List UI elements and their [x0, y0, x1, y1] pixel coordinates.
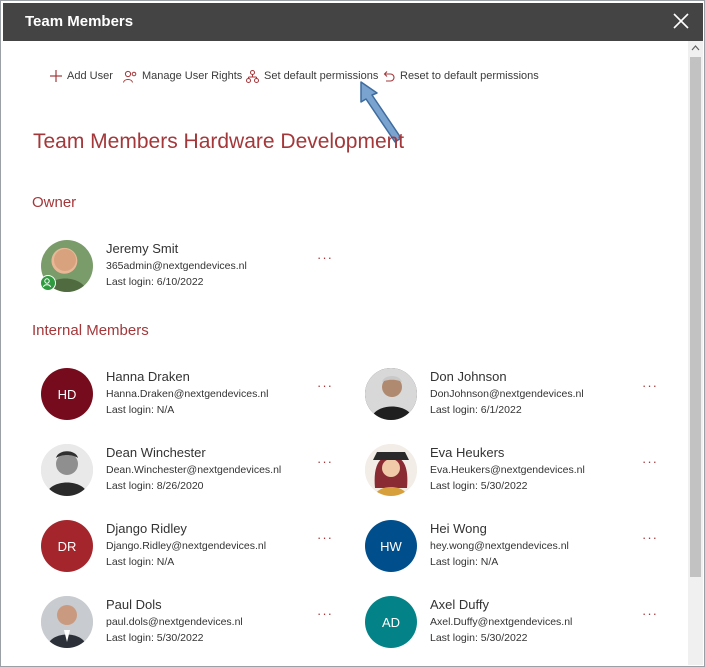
person-silhouette-icon — [41, 444, 93, 496]
avatar[interactable]: DR — [41, 520, 93, 572]
plus-icon — [50, 70, 62, 82]
avatar-initials: DR — [57, 538, 77, 554]
more-options-icon[interactable]: ··· — [317, 530, 333, 545]
owner-section-title: Owner — [32, 194, 77, 211]
member-name: Jeremy Smit — [106, 241, 179, 256]
close-icon[interactable] — [671, 11, 691, 31]
add-user-button[interactable]: Add User — [50, 66, 113, 86]
more-options-icon[interactable]: ··· — [317, 454, 333, 469]
more-options-icon[interactable]: ··· — [317, 606, 333, 621]
more-options-icon[interactable]: ··· — [642, 530, 658, 545]
person-silhouette-icon — [41, 596, 93, 648]
more-options-icon[interactable]: ··· — [317, 378, 333, 393]
member-name: Axel Duffy — [430, 597, 490, 612]
avatar-initials: AD — [381, 614, 401, 630]
avatar[interactable] — [41, 444, 93, 496]
more-options-icon[interactable]: ··· — [317, 250, 333, 265]
member-card: Eva Heukers Eva.Heukers@nextgendevices.n… — [365, 444, 685, 506]
more-options-icon[interactable]: ··· — [642, 378, 658, 393]
member-card: DR Django Ridley Django.Ridley@nextgende… — [41, 520, 361, 582]
owner-card: Jeremy Smit 365admin@nextgendevices.nl L… — [40, 240, 361, 302]
avatar[interactable] — [365, 368, 417, 420]
member-last-login: Last login: 5/30/2022 — [106, 632, 204, 644]
member-email: DonJohnson@nextgendevices.nl — [430, 388, 584, 400]
member-email: Dean.Winchester@nextgendevices.nl — [106, 464, 282, 476]
member-name: Django Ridley — [106, 521, 187, 536]
scrollbar-thumb[interactable] — [690, 57, 701, 577]
add-user-label: Add User — [67, 70, 113, 82]
avatar[interactable]: AD — [365, 596, 417, 648]
dialog-window: Team Members Add User Manage User Rights… — [0, 0, 705, 667]
member-last-login: Last login: 6/1/2022 — [430, 404, 522, 416]
member-name: Eva Heukers — [430, 445, 505, 460]
permissions-hierarchy-icon — [246, 69, 259, 83]
member-card: Don Johnson DonJohnson@nextgendevices.nl… — [365, 368, 685, 430]
scroll-up-icon[interactable] — [688, 41, 703, 55]
vertical-scrollbar[interactable] — [688, 41, 703, 665]
person-silhouette-icon — [365, 444, 417, 496]
member-card: HW Hei Wong hey.wong@nextgendevices.nl L… — [365, 520, 685, 582]
member-name: Paul Dols — [106, 597, 162, 612]
member-card: AD Axel Duffy Axel.Duffy@nextgendevices.… — [365, 596, 685, 658]
member-last-login: Last login: N/A — [106, 404, 175, 416]
person-silhouette-icon — [365, 368, 417, 420]
member-name: Hei Wong — [430, 521, 487, 536]
member-email: Django.Ridley@nextgendevices.nl — [106, 540, 267, 552]
member-email: Axel.Duffy@nextgendevices.nl — [430, 616, 573, 628]
manage-user-rights-button[interactable]: Manage User Rights — [123, 66, 242, 86]
dialog-title: Team Members — [25, 13, 134, 30]
member-last-login: Last login: 5/30/2022 — [430, 480, 528, 492]
avatar-initials: HD — [57, 386, 77, 402]
presence-badge-icon — [40, 275, 56, 291]
dialog-content: Add User Manage User Rights Set default … — [3, 41, 688, 665]
member-card: Dean Winchester Dean.Winchester@nextgend… — [41, 444, 361, 506]
reset-default-permissions-label: Reset to default permissions — [400, 70, 539, 82]
member-last-login: Last login: 5/30/2022 — [430, 632, 528, 644]
member-email: Eva.Heukers@nextgendevices.nl — [430, 464, 585, 476]
toolbar: Add User Manage User Rights Set default … — [3, 66, 603, 86]
user-rights-icon — [123, 70, 137, 83]
member-email: Hanna.Draken@nextgendevices.nl — [106, 388, 269, 400]
page-title: Team Members Hardware Development — [33, 130, 405, 153]
avatar-initials: HW — [380, 538, 402, 554]
avatar[interactable]: HW — [365, 520, 417, 572]
avatar[interactable]: HD — [41, 368, 93, 420]
member-name: Don Johnson — [430, 369, 507, 384]
more-options-icon[interactable]: ··· — [642, 454, 658, 469]
member-last-login: Last login: N/A — [106, 556, 175, 568]
manage-user-rights-label: Manage User Rights — [142, 70, 243, 82]
internal-members-section-title: Internal Members — [32, 322, 149, 339]
member-card: HD Hanna Draken Hanna.Draken@nextgendevi… — [41, 368, 361, 430]
member-last-login: Last login: 6/10/2022 — [106, 276, 204, 288]
avatar[interactable] — [41, 596, 93, 648]
member-last-login: Last login: N/A — [430, 556, 499, 568]
member-last-login: Last login: 8/26/2020 — [106, 480, 204, 492]
member-email: paul.dols@nextgendevices.nl — [106, 616, 243, 628]
more-options-icon[interactable]: ··· — [642, 606, 658, 621]
avatar[interactable] — [365, 444, 417, 496]
member-email: hey.wong@nextgendevices.nl — [430, 540, 569, 552]
member-name: Hanna Draken — [106, 369, 190, 384]
member-card: Paul Dols paul.dols@nextgendevices.nl La… — [41, 596, 361, 658]
title-bar: Team Members — [3, 3, 703, 41]
member-name: Dean Winchester — [106, 445, 206, 460]
member-email: 365admin@nextgendevices.nl — [106, 260, 247, 272]
